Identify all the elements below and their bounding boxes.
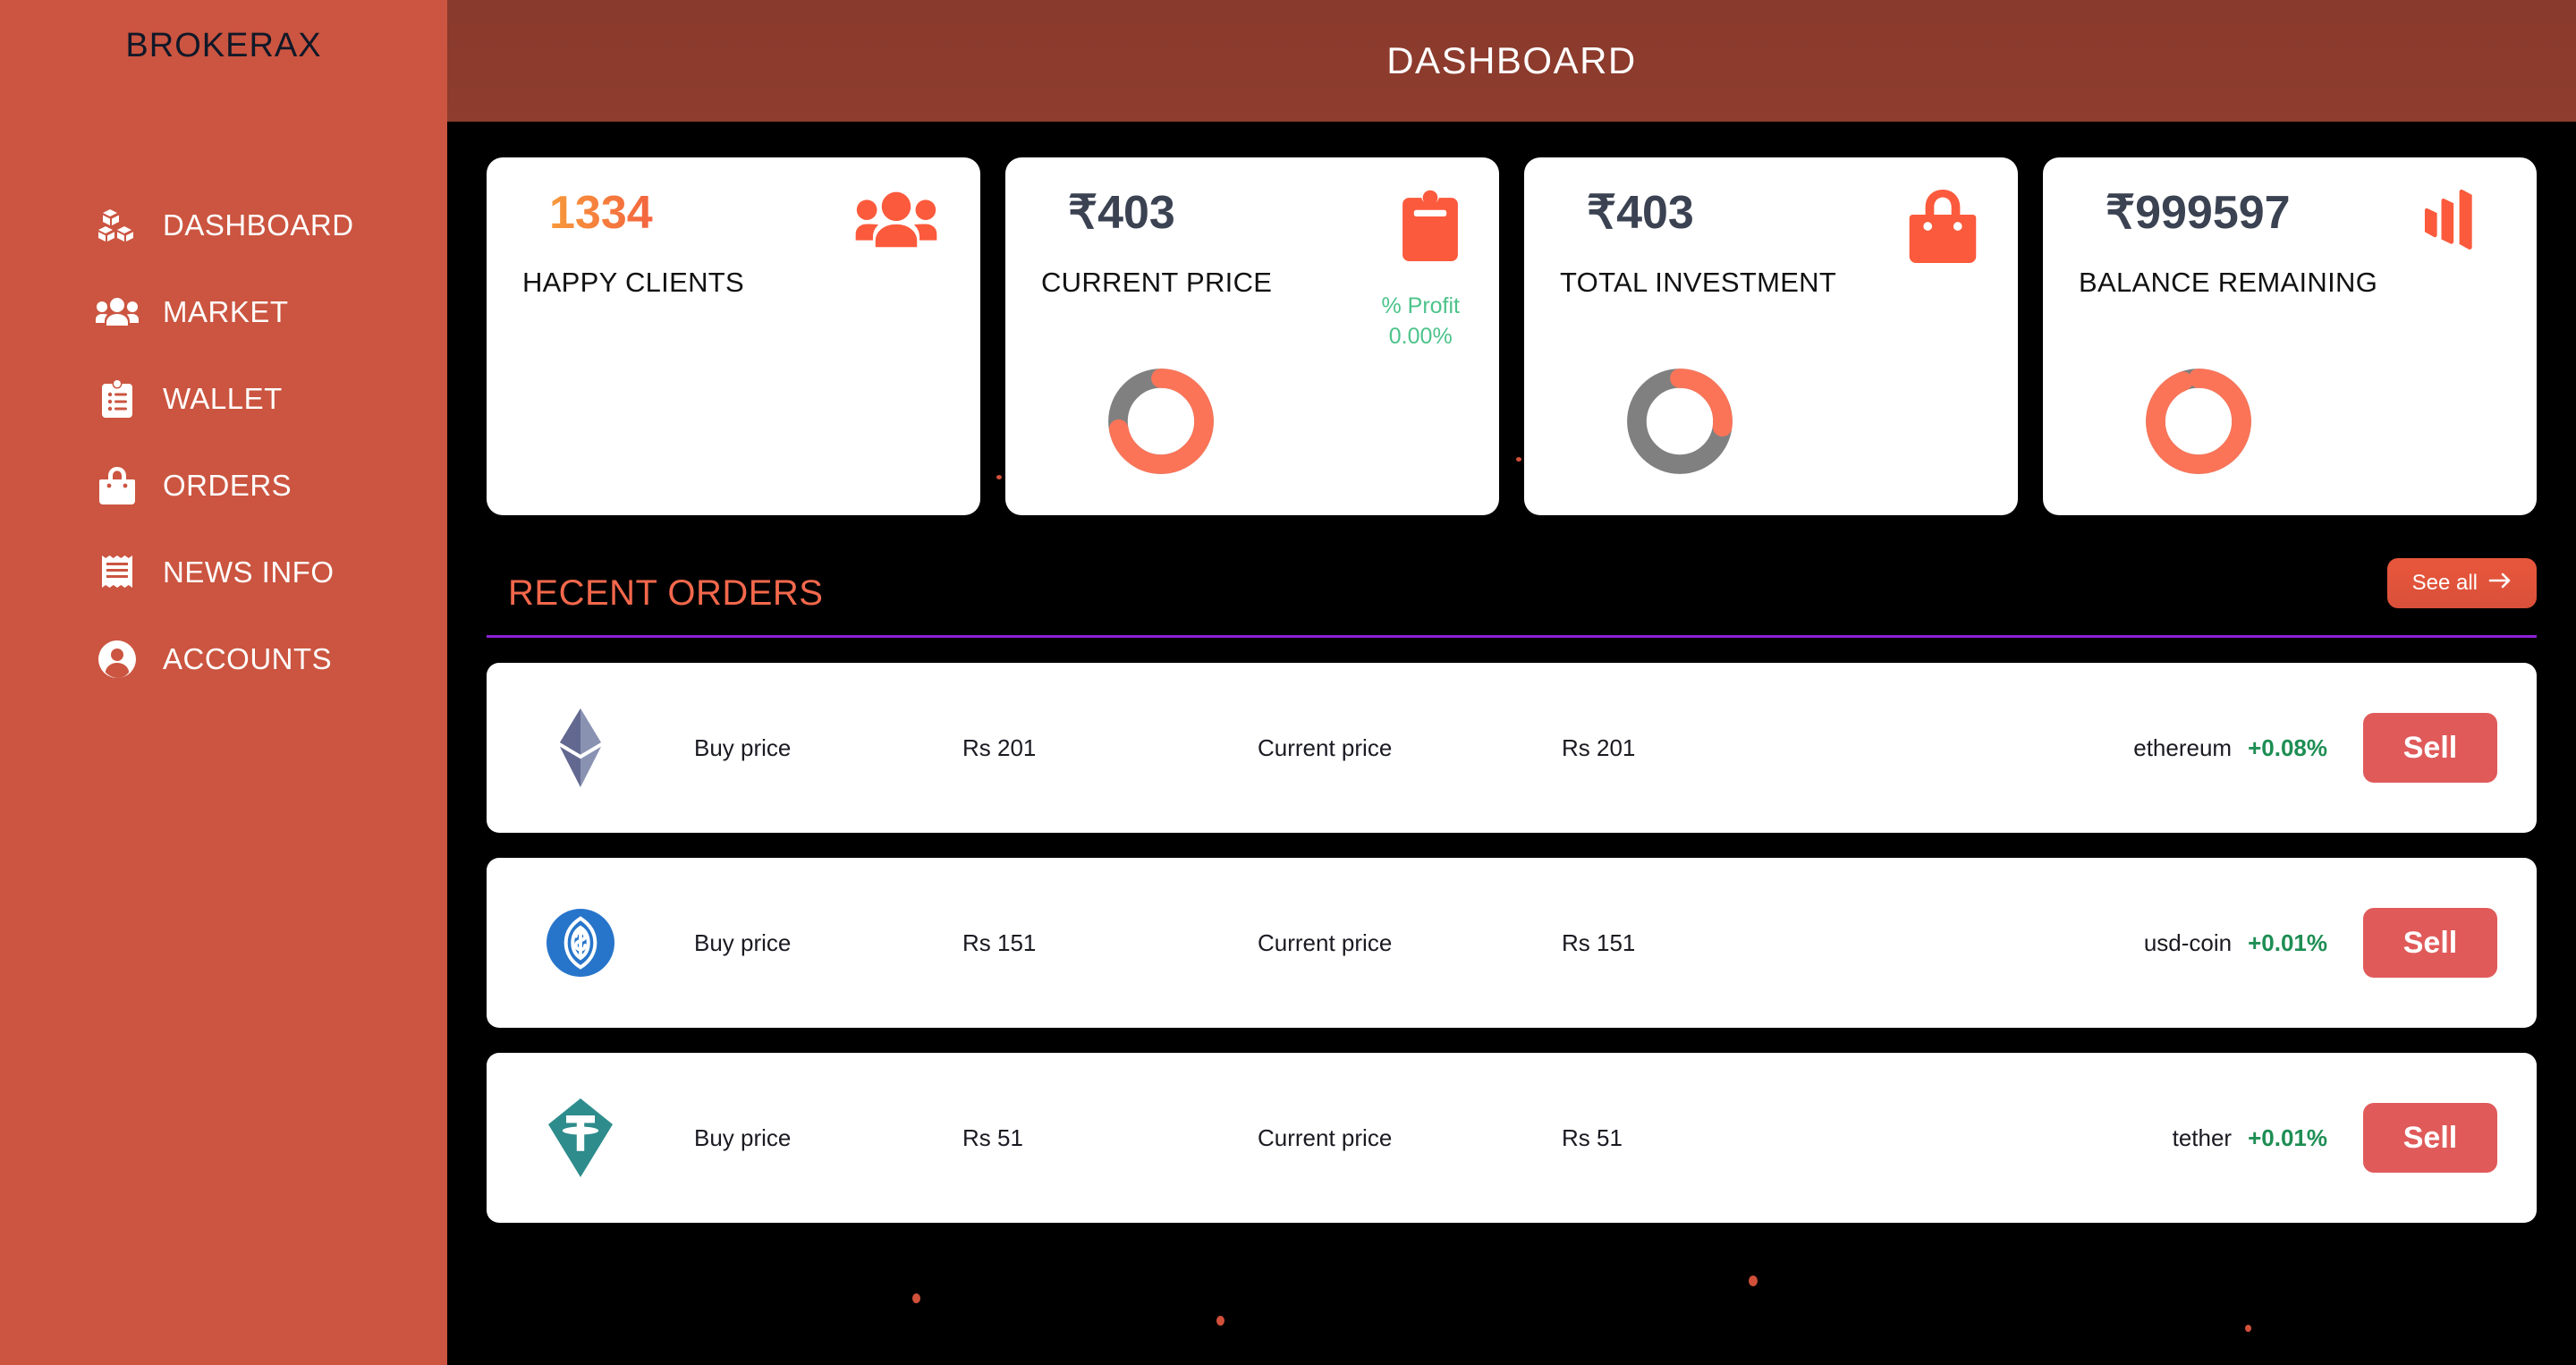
particle-dot	[1216, 1316, 1224, 1326]
page-header: DASHBOARD	[447, 0, 2576, 122]
sidebar-nav: DASHBOARD MARKET WALLET ORDERS NEWS INFO…	[0, 182, 447, 702]
sell-button[interactable]: Sell	[2363, 713, 2497, 783]
coin-name: tether	[2172, 1123, 2233, 1151]
sidebar-item-accounts[interactable]: ACCOUNTS	[0, 615, 447, 702]
bars-logo-icon	[2424, 189, 2496, 267]
stat-card-current-price: ₹403 CURRENT PRICE % Profit 0.00%	[1005, 157, 1499, 515]
coin-name: usd-coin	[2143, 928, 2233, 956]
shopping-bag-icon	[1909, 190, 1977, 267]
sell-button[interactable]: Sell	[2363, 908, 2497, 978]
particle-dot	[2245, 1325, 2251, 1332]
particle-dot	[1749, 1276, 1758, 1286]
stat-label: TOTAL INVESTMENT	[1560, 267, 1837, 298]
buy-price-label: Buy price	[694, 928, 792, 956]
current-price-label: Current price	[1258, 928, 1393, 956]
recent-orders-title: RECENT ORDERS	[508, 573, 824, 613]
recent-orders-list: Buy price Rs 201 Current price Rs 201 et…	[447, 663, 2576, 1223]
stat-label: HAPPY CLIENTS	[522, 267, 744, 298]
see-all-label: See all	[2411, 571, 2478, 595]
see-all-button[interactable]: See all	[2386, 558, 2537, 608]
particle-dot	[912, 1293, 920, 1303]
current-price-value: Rs 51	[1562, 1123, 1623, 1151]
current-price-label: Current price	[1258, 1123, 1393, 1151]
profit-value: 0.00%	[1388, 323, 1453, 349]
sidebar-item-label: DASHBOARD	[163, 208, 354, 242]
donut-chart-total-investment	[1624, 366, 1735, 481]
shopping-bag-icon	[93, 466, 141, 505]
current-price-value: Rs 151	[1562, 928, 1636, 956]
sidebar-item-label: ORDERS	[163, 468, 292, 502]
user-circle-icon	[93, 640, 141, 679]
table-row[interactable]: Buy price Rs 201 Current price Rs 201 et…	[487, 663, 2537, 833]
current-price-value: Rs 201	[1562, 733, 1636, 761]
sidebar-item-market[interactable]: MARKET	[0, 268, 447, 355]
usd-coin-icon	[540, 909, 621, 977]
current-price-label: Current price	[1258, 733, 1393, 761]
sidebar-item-orders[interactable]: ORDERS	[0, 442, 447, 529]
buy-price-label: Buy price	[694, 733, 792, 761]
stat-label: BALANCE REMAINING	[2079, 267, 2378, 298]
change-badge: +0.01%	[2248, 1123, 2327, 1151]
dashboard-page: BROKERAX DASHBOARD MARKET WALLET ORDERS …	[0, 0, 2576, 1365]
sidebar-item-dashboard[interactable]: DASHBOARD	[0, 182, 447, 268]
ethereum-icon	[540, 708, 621, 787]
change-badge: +0.01%	[2248, 928, 2327, 956]
change-badge: +0.08%	[2248, 733, 2327, 761]
brand-logo: BROKERAX	[125, 27, 322, 64]
sell-button[interactable]: Sell	[2363, 1103, 2497, 1173]
profit-label: % Profit	[1381, 293, 1460, 318]
sidebar-item-label: WALLET	[163, 381, 283, 415]
arrow-right-icon	[2488, 571, 2512, 596]
stat-card-balance-remaining: ₹999597 BALANCE REMAINING	[2043, 157, 2537, 515]
boxes-icon	[93, 206, 141, 245]
tether-icon	[540, 1098, 621, 1177]
people-group-icon	[853, 190, 939, 255]
sidebar-item-label: NEWS INFO	[163, 555, 335, 589]
table-row[interactable]: Buy price Rs 51 Current price Rs 51 teth…	[487, 1053, 2537, 1223]
people-group-icon	[93, 292, 141, 332]
buy-price-value: Rs 151	[962, 928, 1037, 956]
receipt-icon	[93, 553, 141, 592]
sidebar-item-wallet[interactable]: WALLET	[0, 355, 447, 442]
donut-chart-current-price	[1106, 366, 1216, 481]
stat-cards: 1334 HAPPY CLIENTS ₹403 CURRENT PRICE % …	[447, 122, 2576, 515]
sidebar: BROKERAX DASHBOARD MARKET WALLET ORDERS …	[0, 0, 447, 1365]
sidebar-item-label: MARKET	[163, 294, 289, 328]
donut-chart-balance-remaining	[2143, 366, 2254, 481]
buy-price-value: Rs 51	[962, 1123, 1023, 1151]
table-row[interactable]: Buy price Rs 151 Current price Rs 151 us…	[487, 858, 2537, 1028]
sidebar-item-label: ACCOUNTS	[163, 641, 333, 675]
buy-price-label: Buy price	[694, 1123, 792, 1151]
stat-card-happy-clients: 1334 HAPPY CLIENTS	[487, 157, 980, 515]
sidebar-item-news-info[interactable]: NEWS INFO	[0, 529, 447, 615]
coin-name: ethereum	[2133, 733, 2233, 761]
buy-price-value: Rs 201	[962, 733, 1037, 761]
clipboard-icon	[1402, 190, 1458, 266]
recent-orders-header: RECENT ORDERS See all	[487, 558, 2537, 638]
page-title: DASHBOARD	[1386, 39, 1637, 81]
clipboard-list-icon	[93, 379, 141, 419]
profit-indicator: % Profit 0.00%	[1381, 292, 1460, 352]
main-content: 1334 HAPPY CLIENTS ₹403 CURRENT PRICE % …	[447, 122, 2576, 1365]
stat-card-total-investment: ₹403 TOTAL INVESTMENT	[1524, 157, 2018, 515]
